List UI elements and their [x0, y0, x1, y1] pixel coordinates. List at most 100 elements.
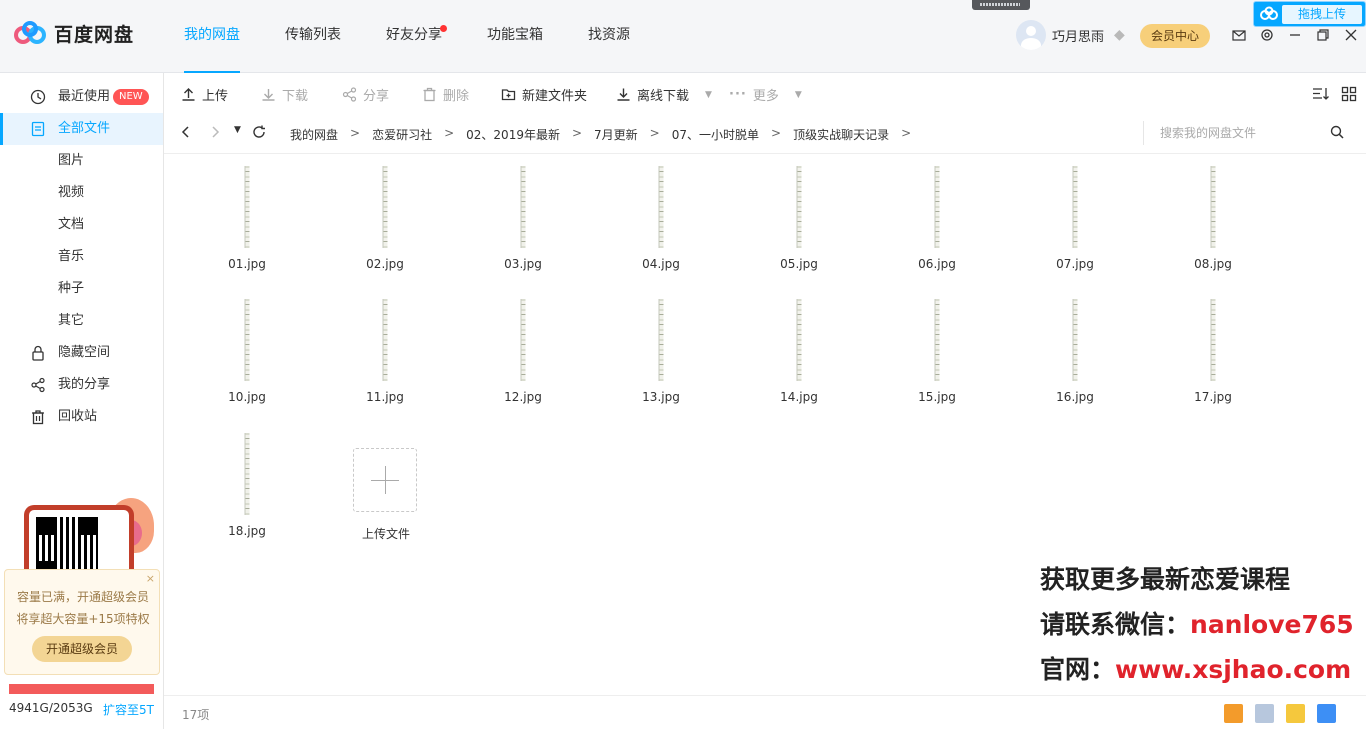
offline-download-label: 离线下载: [637, 89, 690, 104]
file-item[interactable]: 04.jpg: [606, 154, 716, 274]
image-thumbnail: [658, 299, 664, 381]
restore-icon[interactable]: [1316, 28, 1330, 42]
medal-icon[interactable]: [1224, 704, 1243, 723]
top-bar: 百度网盘 我的网盘 传输列表 好友分享 功能宝箱 找资源 巧月思雨 ◆ 会员中心…: [0, 0, 1366, 73]
close-icon[interactable]: [1344, 28, 1358, 42]
promo-close-icon[interactable]: ×: [146, 572, 155, 585]
floating-mini-bar[interactable]: [972, 0, 1030, 10]
sidebar-item-hidden-space[interactable]: 隐藏空间: [0, 337, 163, 369]
window-controls: [1232, 28, 1358, 42]
sidebar-item-videos[interactable]: 视频: [0, 177, 163, 209]
offline-download-button[interactable]: 离线下载 ▼: [616, 85, 712, 104]
sidebar-item-all-files[interactable]: 全部文件: [0, 113, 163, 145]
nav-friend-share[interactable]: 好友分享: [372, 0, 456, 73]
nav-toolbox[interactable]: 功能宝箱: [473, 0, 557, 73]
vip-diamond-icon: ◆: [1114, 27, 1125, 43]
sidebar-item-other[interactable]: 其它: [0, 305, 163, 337]
breadcrumb-item[interactable]: 02、2019年最新: [466, 126, 560, 143]
app-logo-text: 百度网盘: [54, 24, 135, 46]
search-icon[interactable]: [1330, 125, 1344, 139]
upload-button[interactable]: 上传: [181, 85, 228, 104]
lock-icon: [32, 345, 44, 361]
file-item[interactable]: 15.jpg: [882, 287, 992, 407]
breadcrumb-separator: >: [444, 126, 455, 140]
file-item[interactable]: 18.jpg: [192, 421, 302, 541]
cloud-icon: [1260, 6, 1278, 20]
file-item[interactable]: 02.jpg: [330, 154, 440, 274]
chevron-down-icon: ▼: [705, 89, 712, 100]
image-thumbnail: [1210, 299, 1216, 381]
breadcrumb: 我的网盘 > 恋爱研习社 > 02、2019年最新 > 7月更新 > 07、一小时脱单 >…: [290, 126, 923, 143]
file-item[interactable]: 08.jpg: [1158, 154, 1268, 274]
delete-button[interactable]: 删除: [422, 85, 469, 104]
file-item[interactable]: 01.jpg: [192, 154, 302, 274]
grid-view-icon[interactable]: [1341, 86, 1357, 102]
settings-gear-icon[interactable]: [1260, 28, 1274, 42]
mail-icon[interactable]: [1232, 28, 1246, 42]
upload-file-tile[interactable]: [353, 448, 417, 512]
share-button[interactable]: 分享: [342, 85, 389, 104]
file-item[interactable]: 05.jpg: [744, 154, 854, 274]
more-button[interactable]: ··· 更多 ▼: [729, 85, 802, 104]
file-name: 06.jpg: [918, 257, 956, 271]
top-nav: 我的网盘 传输列表 好友分享 功能宝箱 找资源: [170, 0, 661, 73]
back-arrow-icon[interactable]: [180, 125, 192, 143]
vip-center-button[interactable]: 会员中心: [1140, 24, 1210, 48]
download-button[interactable]: 下载: [261, 85, 308, 104]
sidebar-item-documents[interactable]: 文档: [0, 209, 163, 241]
forward-arrow-icon[interactable]: [209, 125, 221, 143]
file-item[interactable]: 12.jpg: [468, 287, 578, 407]
lock-icon[interactable]: [1317, 704, 1336, 723]
sidebar-item-images[interactable]: 图片: [0, 145, 163, 177]
user-area[interactable]: 巧月思雨 ◆: [1016, 20, 1125, 50]
breadcrumb-separator: >: [771, 126, 782, 140]
image-thumbnail: [1072, 299, 1078, 381]
search-input[interactable]: [1160, 124, 1330, 142]
file-name: 07.jpg: [1056, 257, 1094, 271]
status-icons: [1224, 704, 1336, 723]
file-item[interactable]: 16.jpg: [1020, 287, 1130, 407]
search-box: [1143, 121, 1363, 145]
file-item[interactable]: 13.jpg: [606, 287, 716, 407]
history-dropdown-icon[interactable]: ▼: [234, 125, 241, 135]
sidebar-item-torrents[interactable]: 种子: [0, 273, 163, 305]
breadcrumb-item[interactable]: 恋爱研习社: [372, 126, 432, 143]
sidebar-item-label: 种子: [58, 281, 85, 296]
nav-label: 我的网盘: [184, 27, 240, 43]
image-thumbnail: [796, 166, 802, 248]
refresh-icon[interactable]: [252, 125, 266, 143]
sidebar-item-music[interactable]: 音乐: [0, 241, 163, 273]
apps-grid-icon[interactable]: [1255, 704, 1274, 723]
breadcrumb-item[interactable]: 我的网盘: [290, 126, 338, 143]
image-thumbnail: [1210, 166, 1216, 248]
file-item[interactable]: 11.jpg: [330, 287, 440, 407]
minimize-icon[interactable]: [1288, 28, 1302, 42]
sidebar-item-recent[interactable]: 最近使用 NEW: [0, 81, 163, 113]
sidebar-item-my-shares[interactable]: 我的分享: [0, 369, 163, 401]
file-item[interactable]: 03.jpg: [468, 154, 578, 274]
new-folder-button[interactable]: 新建文件夹: [501, 85, 587, 104]
expand-capacity-link[interactable]: 扩容至5T: [103, 701, 154, 718]
breadcrumb-item[interactable]: 07、一小时脱单: [672, 126, 759, 143]
avatar[interactable]: [1016, 20, 1046, 50]
breadcrumb-separator: >: [571, 126, 583, 140]
image-thumbnail: [244, 299, 250, 381]
breadcrumb-item[interactable]: 7月更新: [594, 126, 638, 143]
open-super-vip-button[interactable]: 开通超级会员: [32, 636, 132, 662]
nav-transfer-list[interactable]: 传输列表: [271, 0, 355, 73]
file-item[interactable]: 14.jpg: [744, 287, 854, 407]
file-item[interactable]: 10.jpg: [192, 287, 302, 407]
app-logo[interactable]: 百度网盘: [14, 20, 134, 47]
file-item[interactable]: 06.jpg: [882, 154, 992, 274]
drag-upload-button[interactable]: 拖拽上传: [1253, 1, 1366, 27]
nav-my-netdisk[interactable]: 我的网盘: [170, 0, 254, 73]
nav-find-resources[interactable]: 找资源: [574, 0, 644, 73]
file-item[interactable]: 17.jpg: [1158, 287, 1268, 407]
breadcrumb-item[interactable]: 顶级实战聊天记录: [793, 126, 889, 143]
trash-icon: [32, 410, 44, 425]
sort-icon[interactable]: [1312, 86, 1330, 101]
sidebar-item-recycle-bin[interactable]: 回收站: [0, 401, 163, 433]
upload-arrow-icon[interactable]: [1286, 704, 1305, 723]
file-item[interactable]: 07.jpg: [1020, 154, 1130, 274]
capacity-progress-bar: [9, 684, 154, 694]
